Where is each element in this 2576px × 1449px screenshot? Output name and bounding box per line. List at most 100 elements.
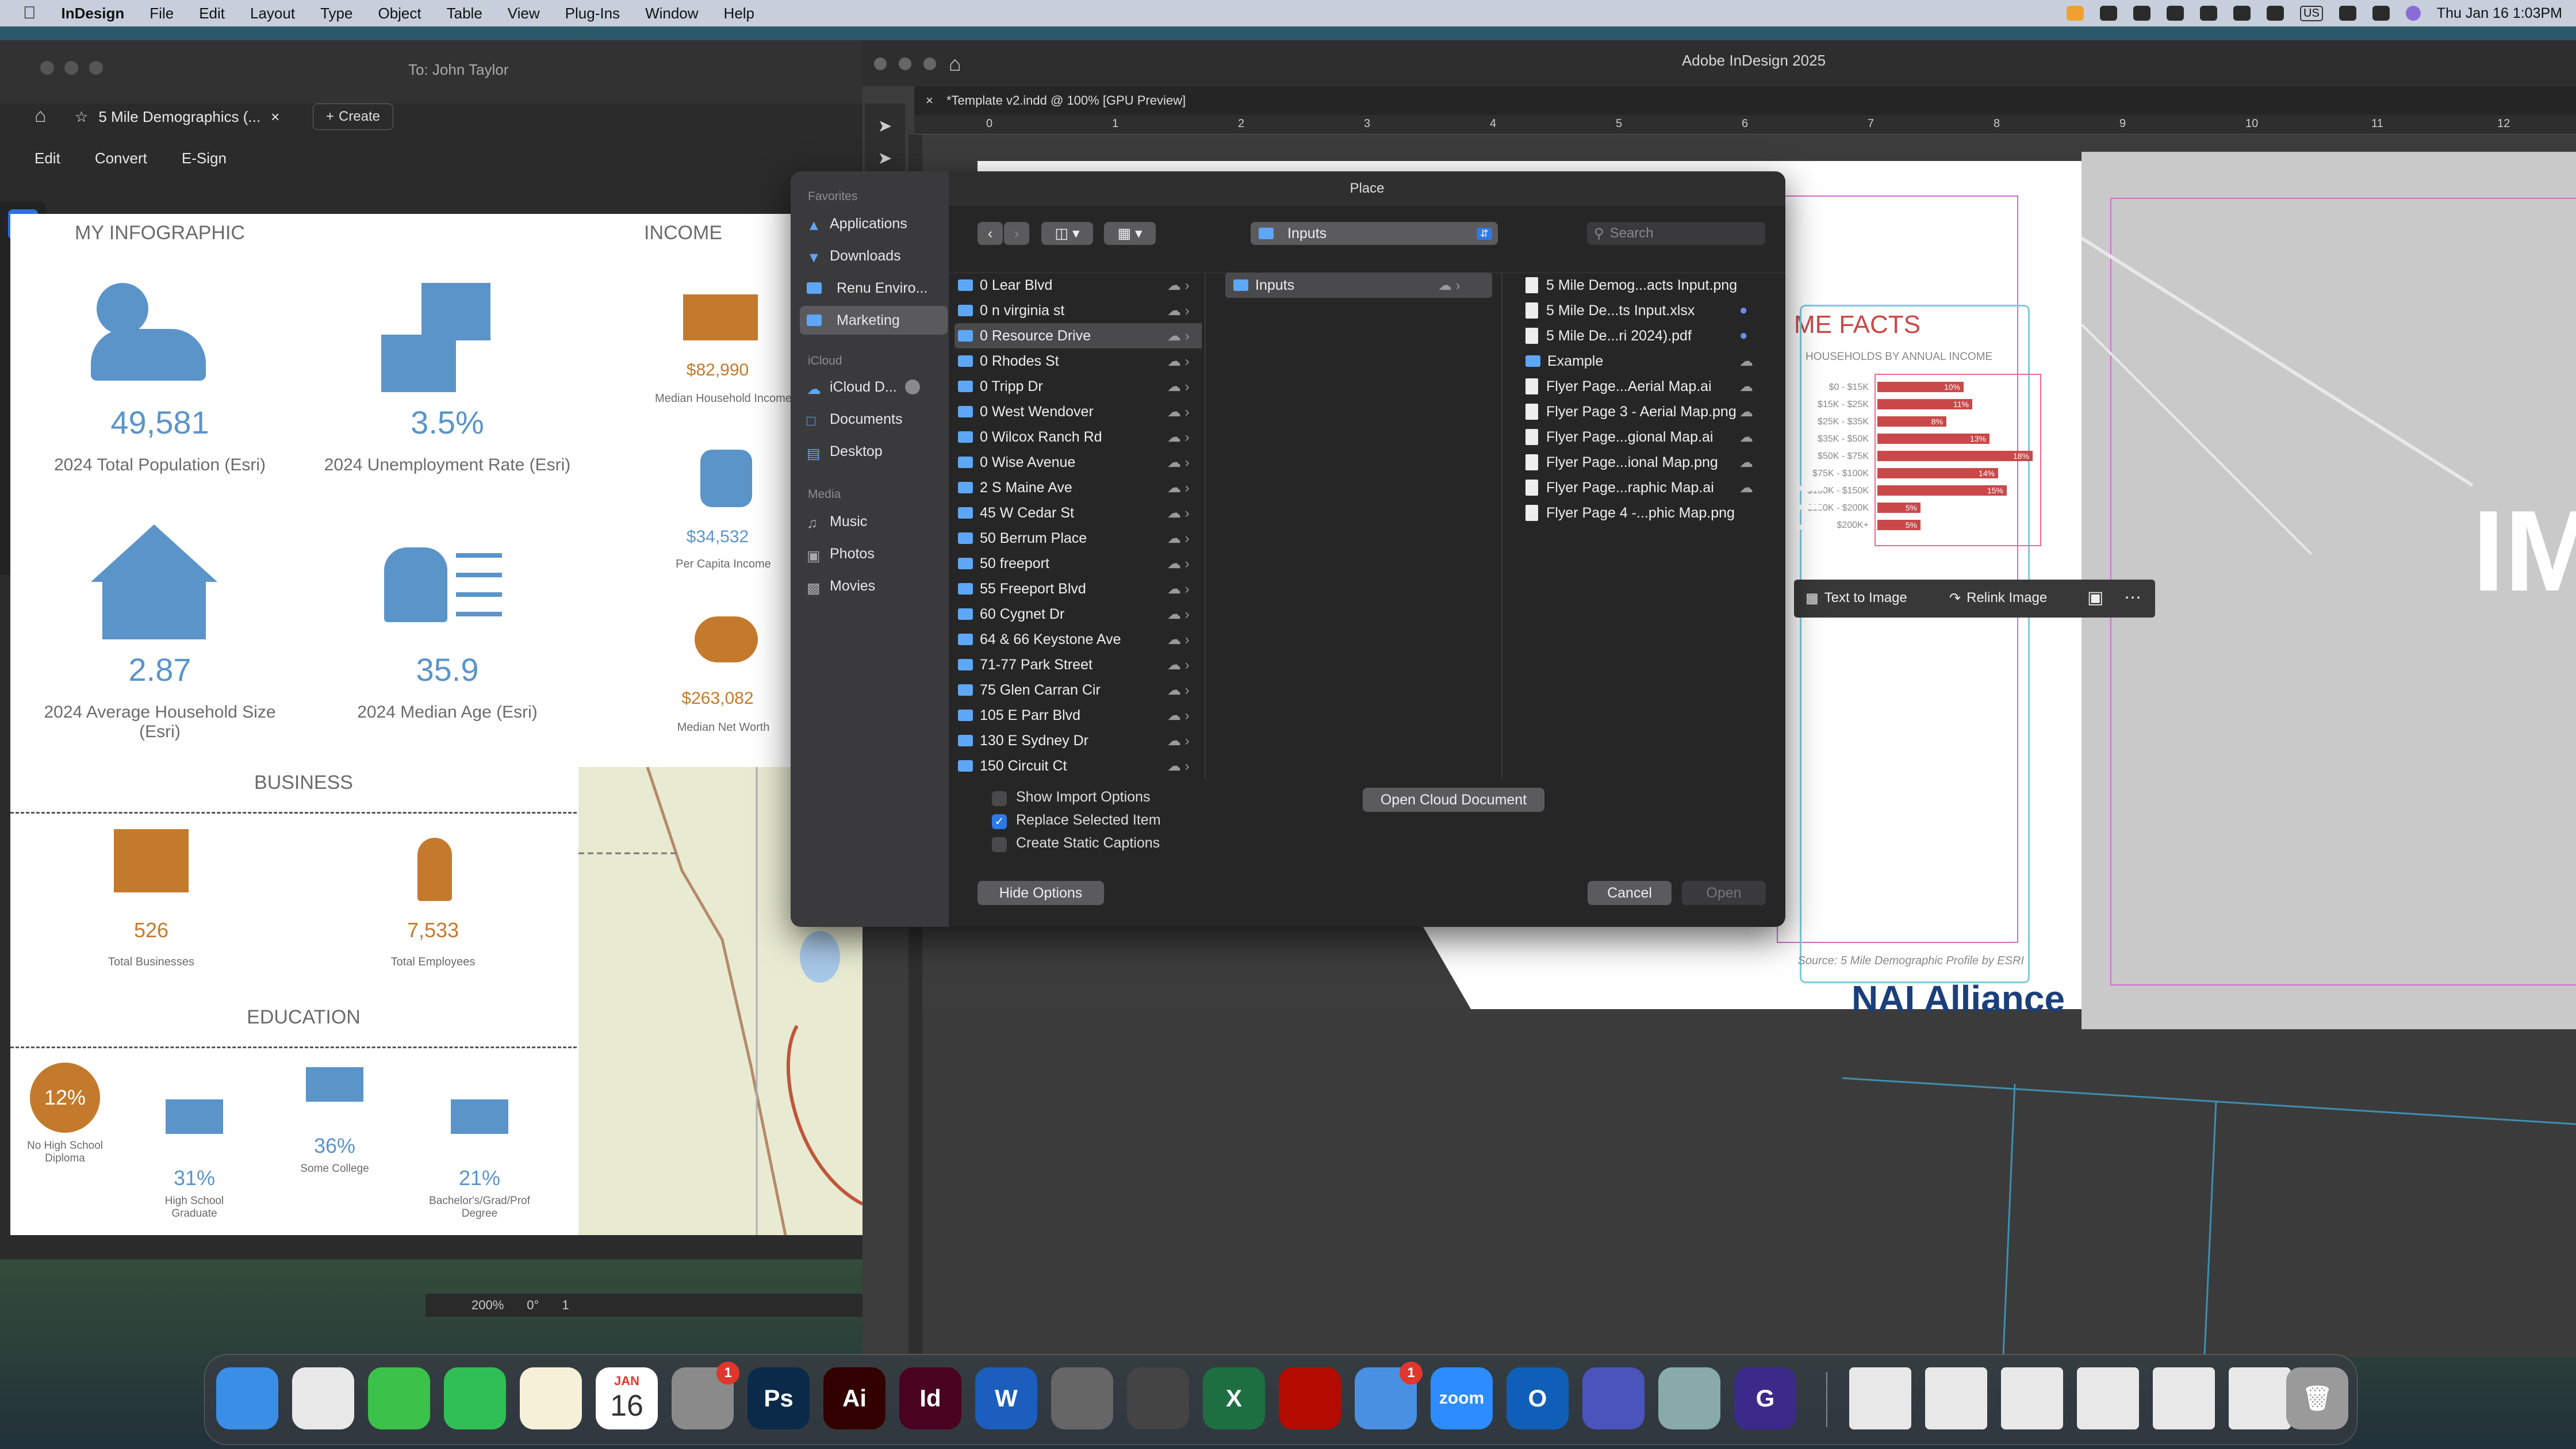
create-button[interactable]: + Create bbox=[313, 103, 393, 130]
cloud-download-icon[interactable]: ☁ bbox=[1739, 404, 1753, 420]
cloud-download-icon[interactable]: ☁ bbox=[1739, 353, 1753, 370]
close-icon[interactable] bbox=[874, 57, 887, 70]
replace-selected-checkbox[interactable]: ✓ bbox=[992, 814, 1007, 829]
sidebar-item-marketing[interactable]: Marketing bbox=[800, 306, 948, 335]
cloud-download-icon[interactable]: ☁ › bbox=[1167, 480, 1190, 496]
minimize-icon[interactable] bbox=[899, 57, 912, 70]
home-icon[interactable]: ⌂ bbox=[949, 52, 961, 76]
static-captions-checkbox[interactable] bbox=[992, 837, 1007, 852]
cloud-download-icon[interactable]: ☁ › bbox=[1167, 530, 1190, 547]
folder-row[interactable]: 0 Wise Avenue ☁ › bbox=[954, 450, 1202, 475]
cloud-download-icon[interactable]: ☁ › bbox=[1167, 277, 1190, 294]
dock-minimized-window[interactable] bbox=[2001, 1367, 2063, 1429]
sync-status-icon[interactable]: ● bbox=[1739, 328, 1748, 344]
open-cloud-document-button[interactable]: Open Cloud Document bbox=[1363, 788, 1544, 812]
menu-clock[interactable]: Thu Jan 16 1:03PM bbox=[2437, 5, 2562, 22]
close-tab-icon[interactable]: × bbox=[926, 93, 933, 108]
sidebar-item-desktop[interactable]: ▤ Desktop bbox=[800, 437, 948, 466]
dock-app-icon[interactable]: W bbox=[975, 1367, 1037, 1429]
cloud-download-icon[interactable]: ☁ › bbox=[1167, 581, 1190, 597]
display-icon[interactable] bbox=[2233, 6, 2251, 21]
open-button[interactable]: Open bbox=[1682, 881, 1766, 905]
dock-app-icon[interactable]: Ps bbox=[747, 1367, 810, 1429]
star-icon[interactable]: ☆ bbox=[75, 108, 88, 126]
cloud-download-icon[interactable]: ☁ › bbox=[1167, 328, 1190, 344]
dock-app-icon[interactable] bbox=[444, 1367, 506, 1429]
folder-row[interactable]: 0 Resource Drive ☁ › bbox=[954, 323, 1202, 348]
cancel-button[interactable]: Cancel bbox=[1588, 881, 1672, 905]
dock-app-icon[interactable]: G bbox=[1734, 1367, 1796, 1429]
indesign-doc-tab[interactable]: × *Template v2.indd @ 100% [GPU Preview] bbox=[914, 86, 2576, 115]
show-import-options-checkbox[interactable] bbox=[992, 791, 1007, 806]
back-button[interactable]: ‹ bbox=[977, 222, 1003, 245]
file-row[interactable]: 5 Mile De...ri 2024).pdf ● bbox=[1521, 323, 1778, 348]
folder-row[interactable]: 0 Rhodes St ☁ › bbox=[954, 348, 1202, 374]
menu-help[interactable]: Help bbox=[724, 5, 754, 22]
cloud-download-icon[interactable]: ☁ › bbox=[1167, 353, 1190, 370]
folder-row[interactable]: 60 Cygnet Dr ☁ › bbox=[954, 601, 1202, 627]
cloud-download-icon[interactable]: ☁ › bbox=[1167, 758, 1190, 775]
dock-app-icon[interactable]: Ai bbox=[823, 1367, 885, 1429]
direct-selection-icon[interactable]: ➤ bbox=[870, 144, 900, 174]
dock-app-icon[interactable]: X bbox=[1203, 1367, 1265, 1429]
forward-button[interactable]: › bbox=[1004, 222, 1029, 245]
dock-app-icon[interactable] bbox=[368, 1367, 430, 1429]
dock-app-icon[interactable] bbox=[1658, 1367, 1720, 1429]
sidebar-item-icloud-drive[interactable]: ☁ iCloud D... bbox=[800, 373, 948, 401]
close-icon[interactable] bbox=[40, 61, 54, 75]
file-row[interactable]: Example ☁ bbox=[1521, 348, 1778, 374]
location-dropdown[interactable]: Inputs ⇵ bbox=[1251, 222, 1498, 245]
file-row[interactable]: Flyer Page 4 -...phic Map.png bbox=[1521, 500, 1778, 526]
dock-app-icon[interactable] bbox=[520, 1367, 582, 1429]
hide-options-button[interactable]: Hide Options bbox=[977, 881, 1104, 905]
folder-row[interactable]: 150 Circuit Ct ☁ › bbox=[954, 753, 1202, 779]
cloud-download-icon[interactable]: ☁ bbox=[1739, 480, 1753, 496]
folder-row[interactable]: 0 Tripp Dr ☁ › bbox=[954, 374, 1202, 399]
document-tab[interactable]: ☆ 5 Mile Demographics (... × bbox=[75, 102, 305, 131]
cloud-download-icon[interactable]: ☁ › bbox=[1167, 707, 1190, 724]
search-field[interactable]: ⚲ Search bbox=[1587, 222, 1765, 245]
dock-app-icon[interactable]: 1 bbox=[672, 1362, 739, 1429]
file-row[interactable]: Flyer Page...raphic Map.ai ☁ bbox=[1521, 475, 1778, 500]
folder-row[interactable]: 0 West Wendover ☁ › bbox=[954, 399, 1202, 424]
menu-layout[interactable]: Layout bbox=[250, 5, 295, 22]
folder-row[interactable]: 105 E Parr Blvd ☁ › bbox=[954, 703, 1202, 728]
menu-file[interactable]: File bbox=[150, 5, 174, 22]
zoom-icon[interactable] bbox=[923, 57, 937, 70]
creative-cloud-icon[interactable] bbox=[2167, 6, 2184, 21]
acro-menu-esign[interactable]: E-Sign bbox=[182, 150, 227, 167]
dock-app-icon[interactable] bbox=[292, 1367, 354, 1429]
sync-status-icon[interactable]: ● bbox=[1739, 302, 1748, 319]
file-row[interactable]: 5 Mile Demog...acts Input.png bbox=[1521, 273, 1778, 298]
zoom-icon[interactable] bbox=[89, 61, 103, 75]
folder-row[interactable]: 45 W Cedar St ☁ › bbox=[954, 500, 1202, 526]
cloud-download-icon[interactable]: ☁ › bbox=[1167, 606, 1190, 623]
acro-menu-convert[interactable]: Convert bbox=[95, 150, 147, 167]
apple-icon[interactable]:  bbox=[23, 3, 36, 23]
cloud-download-icon[interactable]: ☁ › bbox=[1167, 555, 1190, 572]
status-app-icon[interactable] bbox=[2100, 6, 2117, 21]
wifi-icon[interactable] bbox=[2267, 6, 2284, 21]
folder-row[interactable]: 0 Wilcox Ranch Rd ☁ › bbox=[954, 424, 1202, 450]
menu-app-name[interactable]: InDesign bbox=[62, 5, 125, 22]
relink-image-button[interactable]: ↷ Relink Image bbox=[1949, 590, 2047, 607]
dock-app-icon[interactable]: 1 bbox=[1355, 1362, 1423, 1429]
folder-row[interactable]: 50 freeport ☁ › bbox=[954, 551, 1202, 576]
file-row[interactable]: Flyer Page...gional Map.ai ☁ bbox=[1521, 424, 1778, 450]
google-icon[interactable] bbox=[2133, 6, 2150, 21]
dock-app-icon[interactable] bbox=[1279, 1367, 1341, 1429]
dock-app-icon[interactable] bbox=[216, 1367, 278, 1429]
sync-icon[interactable] bbox=[2200, 6, 2217, 21]
sidebar-item-photos[interactable]: ▣ Photos bbox=[800, 539, 948, 568]
cloud-download-icon[interactable]: ☁ › bbox=[1167, 657, 1190, 673]
cloud-download-icon[interactable]: ☁ bbox=[1739, 378, 1753, 395]
zoom-level[interactable]: 200% bbox=[471, 1298, 504, 1313]
cloud-download-icon[interactable]: ☁ › bbox=[1167, 404, 1190, 420]
dock-minimized-window[interactable] bbox=[2229, 1367, 2291, 1429]
cloud-download-icon[interactable]: ☁ › bbox=[1167, 302, 1190, 319]
sidebar-item-downloads[interactable]: ▼ Downloads bbox=[800, 241, 948, 270]
close-tab-icon[interactable]: × bbox=[271, 108, 279, 126]
dock-app-icon[interactable]: O bbox=[1506, 1367, 1569, 1429]
acro-menu-edit[interactable]: Edit bbox=[34, 150, 60, 167]
folder-row[interactable]: 71-77 Park Street ☁ › bbox=[954, 652, 1202, 677]
